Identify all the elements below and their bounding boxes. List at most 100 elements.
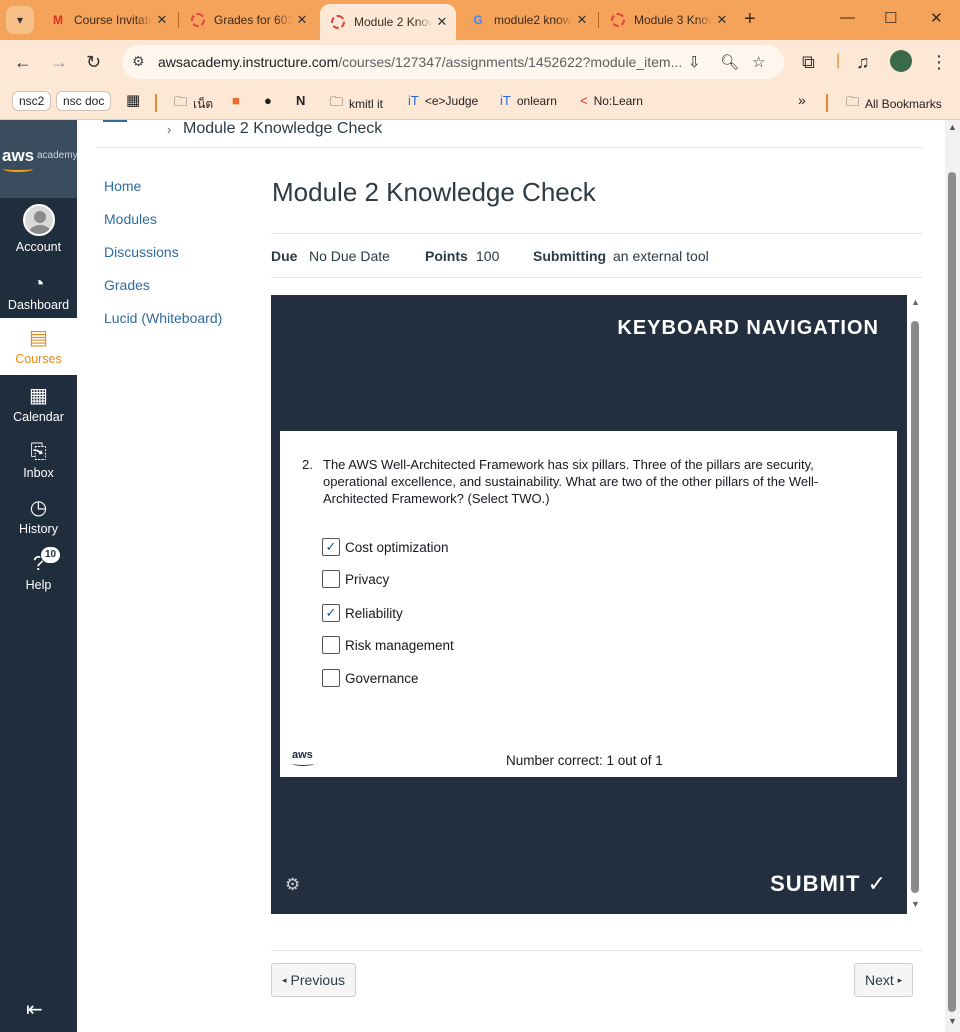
answer-option[interactable]: Privacy: [322, 570, 389, 588]
bookmark-folder-kmitl[interactable]: 🗀 kmitl it: [330, 93, 383, 115]
answer-option[interactable]: ✓ Cost optimization: [322, 538, 449, 556]
url-host: awsacademy.instructure.com: [158, 54, 339, 70]
extensions-icon[interactable]: ⧉: [802, 52, 815, 73]
aws-academy-logo[interactable]: aws academy: [0, 120, 78, 198]
checkmark-icon: ✓: [860, 871, 887, 896]
bookmark-onlearn[interactable]: iT onlearn: [500, 93, 557, 108]
assignment-details: Due No Due Date Points 100 Submitting an…: [271, 233, 922, 278]
address-bar[interactable]: ⚙ awsacademy.instructure.com/courses/127…: [122, 45, 784, 79]
bookmark-folder-net[interactable]: 🗀 เน็ต: [174, 93, 213, 115]
tab-course-invitation[interactable]: M Course Invitation ✕: [40, 6, 176, 34]
global-nav-help[interactable]: ? Help 10: [0, 546, 77, 602]
tool-scrollbar[interactable]: ▲ ▼: [909, 295, 923, 914]
close-icon[interactable]: ✕: [292, 12, 312, 28]
checkbox-checked[interactable]: ✓: [322, 538, 340, 556]
tab-module-2-knowledge-check[interactable]: Module 2 Knowledge Check ✕: [320, 4, 456, 40]
collapse-nav-icon[interactable]: ⇤: [26, 997, 43, 1022]
scroll-up-icon[interactable]: ▲: [911, 297, 920, 307]
global-nav-account[interactable]: Account: [0, 200, 77, 262]
aws-logo: aws: [292, 749, 314, 766]
browser-tab-bar: ▾ M Course Invitation ✕ Grades for 6013 …: [0, 0, 960, 40]
scroll-down-icon[interactable]: ▼: [911, 899, 920, 909]
scroll-thumb[interactable]: [948, 172, 956, 1012]
course-nav-lucid[interactable]: Lucid (Whiteboard): [104, 310, 222, 326]
close-icon[interactable]: ✕: [432, 14, 452, 30]
scroll-up-icon[interactable]: ▲: [948, 122, 957, 132]
url-text[interactable]: awsacademy.instructure.com/courses/12734…: [158, 54, 682, 70]
global-nav-calendar[interactable]: ▦ Calendar: [0, 378, 77, 434]
close-icon[interactable]: ✕: [712, 12, 732, 28]
answer-option[interactable]: Governance: [322, 669, 419, 687]
global-nav-label: History: [19, 522, 58, 536]
profile-avatar-icon[interactable]: [890, 50, 912, 72]
forward-arrow-icon[interactable]: →: [50, 52, 68, 73]
global-nav-history[interactable]: ◷ History: [0, 490, 77, 546]
question-text: The AWS Well-Architected Framework has s…: [323, 457, 819, 506]
checkbox-unchecked[interactable]: [322, 636, 340, 654]
tab-google-search[interactable]: G module2 knowledge check ✕: [460, 6, 596, 34]
bookmark-nsc-doc[interactable]: nsc doc: [56, 91, 112, 111]
tab-title: module2 knowledge check: [494, 13, 572, 27]
notion-bookmark[interactable]: N: [296, 93, 311, 108]
bookmark-star-icon[interactable]: ☆: [752, 53, 765, 71]
bookmark-label: <e>Judge: [424, 93, 479, 108]
apps-grid-icon[interactable]: ▦: [126, 91, 140, 109]
checkbox-checked[interactable]: ✓: [322, 604, 340, 622]
tab-title: Course Invitation: [74, 13, 152, 27]
tab-search-button[interactable]: ▾: [6, 6, 34, 34]
previous-button[interactable]: ◂ Previous: [271, 963, 356, 997]
checkbox-unchecked[interactable]: [322, 570, 340, 588]
scroll-down-icon[interactable]: ▼: [948, 1016, 957, 1026]
new-tab-button[interactable]: +: [744, 8, 756, 31]
answer-option[interactable]: Risk management: [322, 636, 454, 654]
global-nav-label: Dashboard: [7, 298, 70, 312]
course-menu-toggle[interactable]: [103, 120, 127, 122]
course-nav-grades[interactable]: Grades: [104, 277, 150, 293]
reload-icon[interactable]: ↻: [86, 52, 101, 73]
global-nav-dashboard[interactable]: ◔ Dashboard: [0, 266, 77, 322]
page-scrollbar[interactable]: ▲ ▼: [945, 120, 960, 1032]
global-nav-inbox[interactable]: ⎘ Inbox: [0, 434, 77, 490]
github-bookmark[interactable]: ●: [264, 93, 278, 108]
tab-module-3-knowledge-check[interactable]: Module 3 Knowledge Check ✕: [600, 6, 736, 34]
zoom-icon[interactable]: 🔍︎: [720, 53, 739, 71]
submitting-label: Submitting: [533, 248, 607, 264]
close-icon[interactable]: ✕: [572, 12, 592, 28]
maximize-button[interactable]: ☐: [884, 9, 897, 27]
logo-subtext: academy: [37, 150, 78, 161]
course-nav-home[interactable]: Home: [104, 178, 141, 194]
app-icon: ■: [232, 93, 240, 108]
checkbox-unchecked[interactable]: [322, 669, 340, 687]
next-label: Next: [865, 972, 894, 988]
all-bookmarks-button[interactable]: 🗀 All Bookmarks: [846, 93, 942, 115]
bookmark-nsc2[interactable]: nsc2: [12, 91, 52, 111]
more-bookmarks-icon[interactable]: »: [798, 92, 806, 108]
close-icon[interactable]: ✕: [152, 12, 172, 28]
install-app-icon[interactable]: ⇩: [688, 53, 701, 71]
course-nav-discussions[interactable]: Discussions: [104, 244, 179, 260]
global-nav-label: Account: [15, 240, 62, 254]
gear-icon[interactable]: ⚙: [285, 875, 300, 895]
global-nav-label: Inbox: [23, 466, 54, 480]
tab-grades[interactable]: Grades for 6013 ✕: [180, 6, 316, 34]
bookmark-app-orange[interactable]: ■: [232, 93, 246, 108]
answer-option[interactable]: ✓ Reliability: [322, 604, 403, 622]
minimize-button[interactable]: —: [840, 9, 855, 26]
window-close-button[interactable]: ✕: [930, 9, 943, 27]
media-control-icon[interactable]: ♫: [856, 52, 870, 73]
keyboard-navigation-button[interactable]: KEYBOARD NAVIGATION: [617, 317, 879, 340]
next-button[interactable]: Next ▸: [854, 963, 914, 997]
bookmark-nolearn[interactable]: < No:Learn: [580, 93, 643, 108]
global-nav-courses[interactable]: ▤ Courses: [0, 318, 77, 375]
breadcrumb: › Module 2 Knowledge Check: [97, 120, 923, 148]
canvas-icon: [610, 12, 626, 28]
site-info-icon[interactable]: ⚙: [132, 53, 145, 70]
bookmark-ejudge[interactable]: iT <e>Judge: [408, 93, 478, 108]
github-icon: ●: [264, 93, 272, 108]
back-arrow-icon[interactable]: ←: [14, 52, 32, 73]
option-label: Privacy: [345, 571, 390, 587]
course-nav-modules[interactable]: Modules: [104, 211, 157, 227]
scroll-thumb[interactable]: [911, 321, 919, 893]
submit-button[interactable]: SUBMIT ✓: [770, 871, 887, 897]
more-menu-icon[interactable]: ⋮: [930, 52, 948, 73]
